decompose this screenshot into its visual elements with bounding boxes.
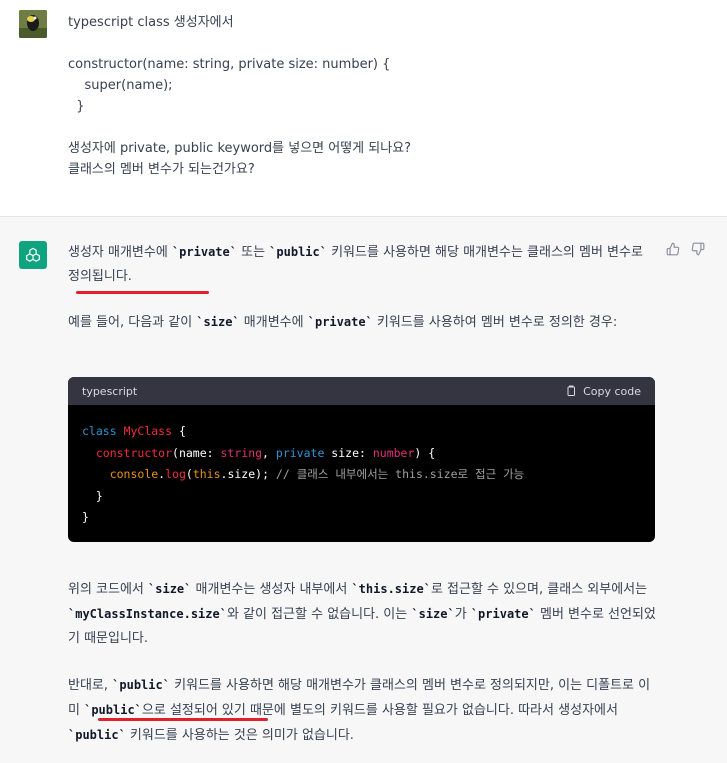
- user-line-2: 생성자에 private, public keyword를 넣으면 어떻게 되나…: [68, 141, 412, 156]
- inline-code: `private`: [470, 607, 536, 621]
- user-message: typescript class 생성자에서 constructor(name: …: [0, 0, 727, 217]
- text-run: 매개변수에: [239, 315, 308, 330]
- text-run: 로 접근할 수 있으며, 클래스 외부에서는: [430, 582, 648, 597]
- user-avatar: [19, 10, 47, 38]
- code-comment: // 클래스 내부에서는 this.size로 접근 가능: [275, 467, 525, 481]
- text-run: 가: [454, 607, 471, 622]
- inline-code: `public`: [68, 728, 126, 742]
- red-underline-annotation: [98, 718, 268, 721]
- text-run: 으로 설정되어 있기 때문에 별도의 키워드를 사용할 필요가 없습니다. 따라…: [141, 703, 618, 718]
- copy-code-label: Copy code: [583, 384, 641, 398]
- red-underline-annotation: [76, 291, 209, 294]
- text-run: 키워드를 사용하여 멤버 변수로 정의한 경우:: [372, 315, 618, 330]
- thumbs-up-button[interactable]: [664, 240, 682, 258]
- assistant-paragraph-1: 생성자 매개변수에 `private` 또는 `public` 키워드를 사용하…: [68, 240, 658, 289]
- text-run: 와 같이 접근할 수 없습니다. 이는: [226, 607, 412, 622]
- user-avatar-image: [19, 10, 47, 38]
- clipboard-icon: [567, 385, 576, 396]
- text-run: 생성자 매개변수에: [68, 245, 172, 260]
- inline-code: `private`: [171, 245, 237, 259]
- code-block-header: typescript Copy code: [68, 377, 655, 405]
- code-content: class MyClass { constructor(name: string…: [82, 424, 525, 524]
- thumbs-down-icon: [691, 242, 705, 256]
- code-block: typescript Copy code class MyClass { con…: [68, 377, 655, 542]
- inline-code: `private`: [307, 315, 373, 329]
- user-line-3: 클래스의 멤버 변수가 되는건가요?: [68, 162, 255, 177]
- text-run: 또는: [236, 245, 270, 260]
- assistant-paragraph-4: 반대로, `public` 키워드를 사용하면 해당 매개변수가 클래스의 멤버…: [68, 673, 658, 748]
- thumbs-down-button[interactable]: [689, 240, 707, 258]
- text-run: 예를 들어, 다음과 같이: [68, 315, 197, 330]
- user-code-line-3: }: [68, 99, 85, 114]
- inline-code: `size`: [411, 607, 455, 621]
- code-language-label: typescript: [82, 384, 138, 398]
- thumbs-up-icon: [666, 242, 680, 256]
- user-code-line-2: super(name);: [68, 78, 173, 93]
- text-run: 반대로,: [68, 678, 113, 693]
- user-message-text: typescript class 생성자에서 constructor(name: …: [68, 12, 688, 180]
- inline-code: `myClassInstance.size`: [68, 607, 227, 621]
- inline-code: `public`: [269, 245, 327, 259]
- assistant-paragraph-3: 위의 코드에서 `size` 매개변수는 생성자 내부에서 `this.size…: [68, 577, 658, 651]
- inline-code: `this.size`: [351, 582, 431, 596]
- user-code-line-1: constructor(name: string, private size: …: [68, 57, 391, 72]
- text-run: 위의 코드에서: [68, 582, 149, 597]
- text-run: 키워드를 사용하는 것은 의미가 없습니다.: [125, 728, 354, 743]
- inline-code: `size`: [148, 582, 192, 596]
- inline-code: `size`: [196, 315, 240, 329]
- assistant-paragraph-2: 예를 들어, 다음과 같이 `size` 매개변수에 `private` 키워드…: [68, 310, 658, 335]
- text-run: 매개변수는 생성자 내부에서: [191, 582, 352, 597]
- openai-logo-icon: [19, 241, 47, 269]
- user-line-1: typescript class 생성자에서: [68, 15, 234, 30]
- inline-code: `public`: [84, 703, 142, 717]
- copy-code-button[interactable]: Copy code: [565, 385, 641, 398]
- inline-code: `public`: [112, 678, 170, 692]
